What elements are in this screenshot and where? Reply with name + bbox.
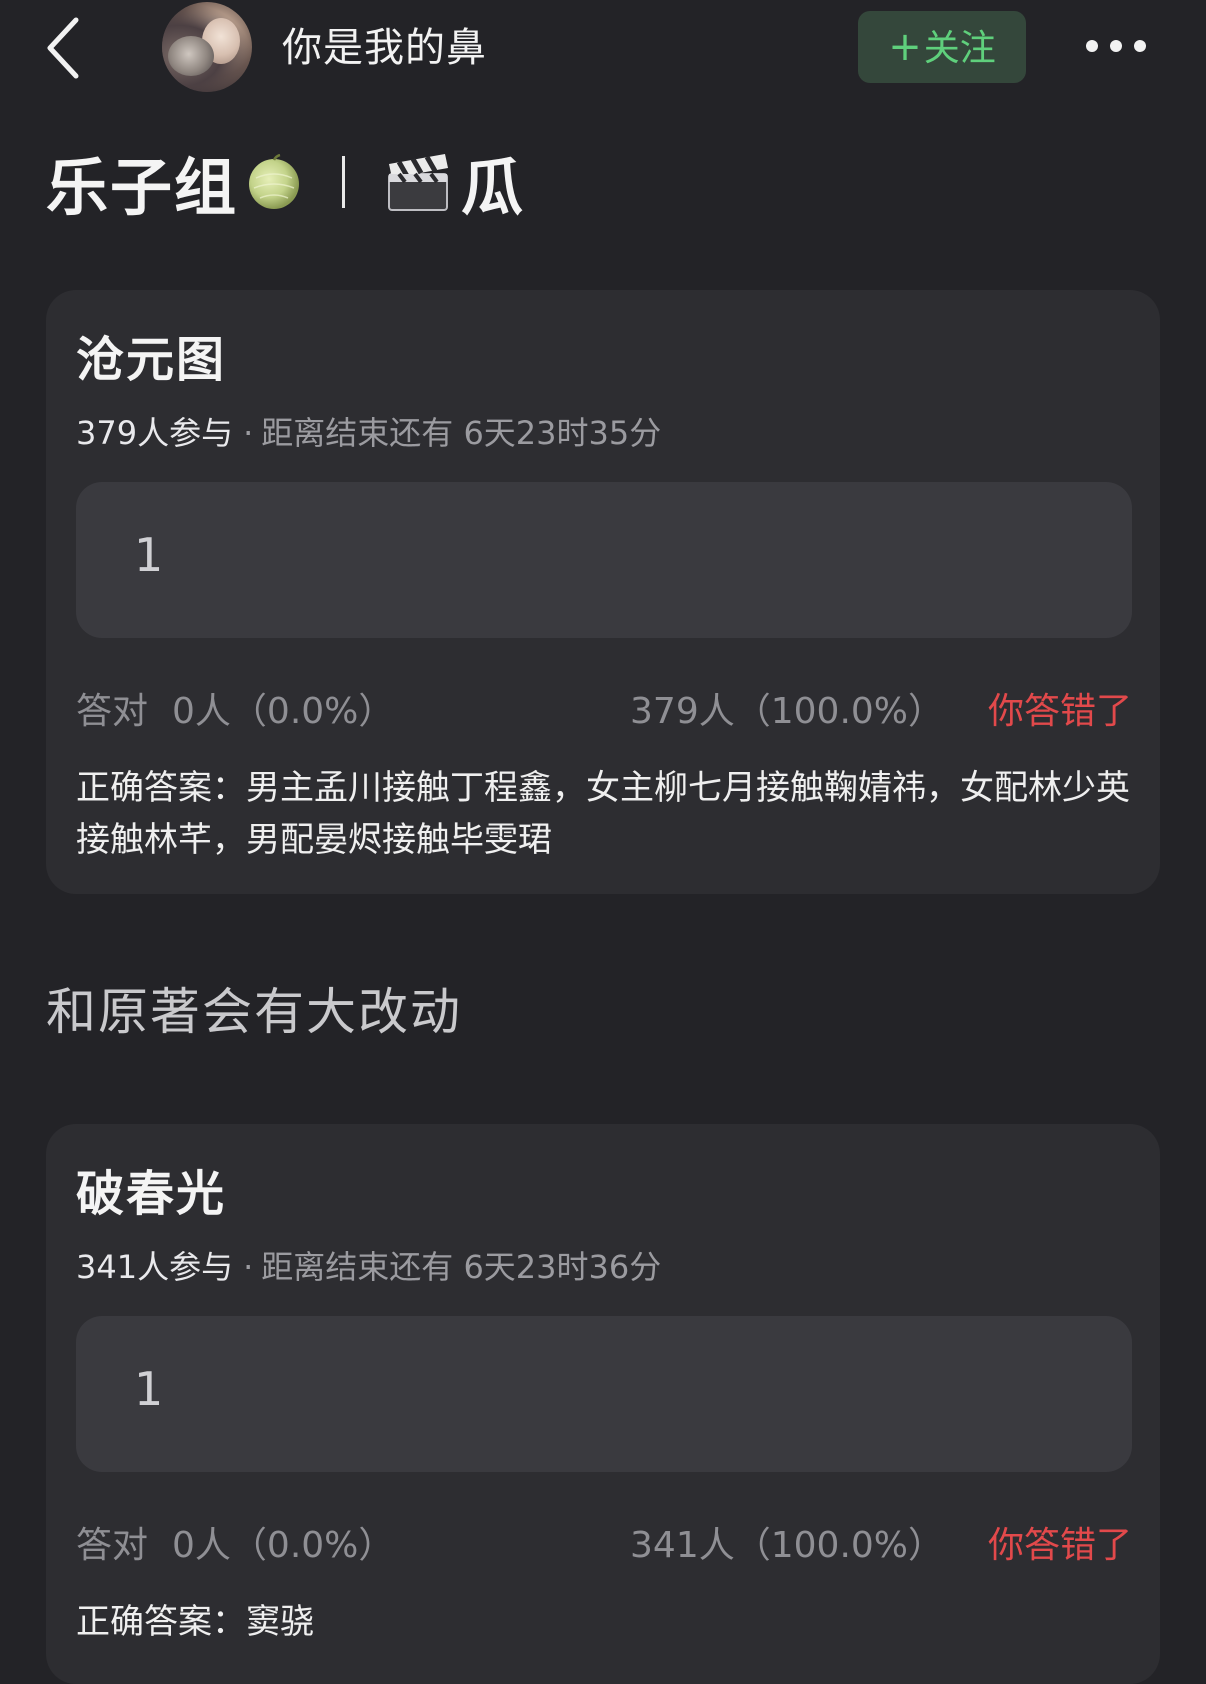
meta-separator: · bbox=[243, 1248, 254, 1286]
correct-stats: 答对 0人（0.0%） bbox=[76, 682, 394, 734]
clapper-board-icon bbox=[388, 154, 449, 211]
follow-label: 关注 bbox=[923, 28, 996, 69]
correct-answer: 正确答案：窦骁 bbox=[76, 1602, 314, 1642]
answer-value: 1 bbox=[134, 528, 164, 582]
quiz-meta: 341人参与 · 距离结束还有 6天23时36分 bbox=[76, 1242, 661, 1288]
participant-count: 379人参与 bbox=[76, 414, 234, 452]
quiz-title: 沧元图 bbox=[76, 332, 227, 388]
correct-count: 0人（0.0%） bbox=[172, 691, 395, 732]
correct-label: 答对 bbox=[76, 1525, 149, 1566]
correct-count: 0人（0.0%） bbox=[172, 1525, 395, 1566]
follow-button[interactable]: +关注 bbox=[858, 11, 1026, 83]
quiz-meta: 379人参与 · 距离结束还有 6天23时35分 bbox=[76, 408, 661, 454]
participant-count: 341人参与 bbox=[76, 1248, 234, 1286]
plus-icon: + bbox=[888, 24, 922, 70]
correct-answer: 正确答案：男主孟川接触丁程鑫，女主柳七月接触鞠婧祎，女配林少英接触林芊，男配晏烬… bbox=[76, 768, 1130, 860]
group-title[interactable]: 乐子组 瓜 bbox=[46, 142, 525, 224]
answer-value: 1 bbox=[134, 1362, 164, 1416]
title-divider bbox=[342, 156, 346, 208]
back-button[interactable] bbox=[40, 14, 96, 82]
melon-icon bbox=[249, 154, 300, 209]
answer-option[interactable]: 1 bbox=[76, 1316, 1132, 1472]
quiz-card: 破春光 341人参与 · 距离结束还有 6天23时36分 1 答对 0人（0.0%） … bbox=[46, 1124, 1160, 1684]
top-bar: 你是我的鼻 +关注 bbox=[0, 0, 1206, 100]
answer-option[interactable]: 1 bbox=[76, 482, 1132, 638]
chevron-left-icon bbox=[47, 17, 79, 79]
wrong-count: 379人（100.0%） bbox=[630, 691, 944, 732]
result-stats: 答对 0人（0.0%） 341人（100.0%） 你答错了 bbox=[76, 1516, 1132, 1566]
correct-stats: 答对 0人（0.0%） bbox=[76, 1516, 394, 1568]
post-text: 和原著会有大改动 bbox=[46, 983, 462, 1041]
time-remaining: 距离结束还有 6天23时35分 bbox=[261, 414, 662, 452]
meta-separator: · bbox=[243, 414, 254, 452]
username[interactable]: 你是我的鼻 bbox=[282, 20, 487, 76]
result-stats: 答对 0人（0.0%） 379人（100.0%） 你答错了 bbox=[76, 682, 1132, 732]
more-horizontal-icon bbox=[1086, 40, 1146, 52]
quiz-title: 破春光 bbox=[76, 1166, 227, 1222]
result-badge: 你答错了 bbox=[987, 1525, 1132, 1566]
quiz-card: 沧元图 379人参与 · 距离结束还有 6天23时35分 1 答对 0人（0.0%） … bbox=[46, 290, 1160, 894]
avatar[interactable] bbox=[162, 2, 252, 92]
group-topic: 瓜 bbox=[461, 151, 526, 224]
correct-label: 答对 bbox=[76, 691, 149, 732]
wrong-count: 341人（100.0%） bbox=[630, 1525, 944, 1566]
more-button[interactable] bbox=[1082, 28, 1150, 64]
result-badge: 你答错了 bbox=[987, 691, 1132, 732]
time-remaining: 距离结束还有 6天23时36分 bbox=[261, 1248, 662, 1286]
group-name: 乐子组 bbox=[46, 151, 239, 224]
